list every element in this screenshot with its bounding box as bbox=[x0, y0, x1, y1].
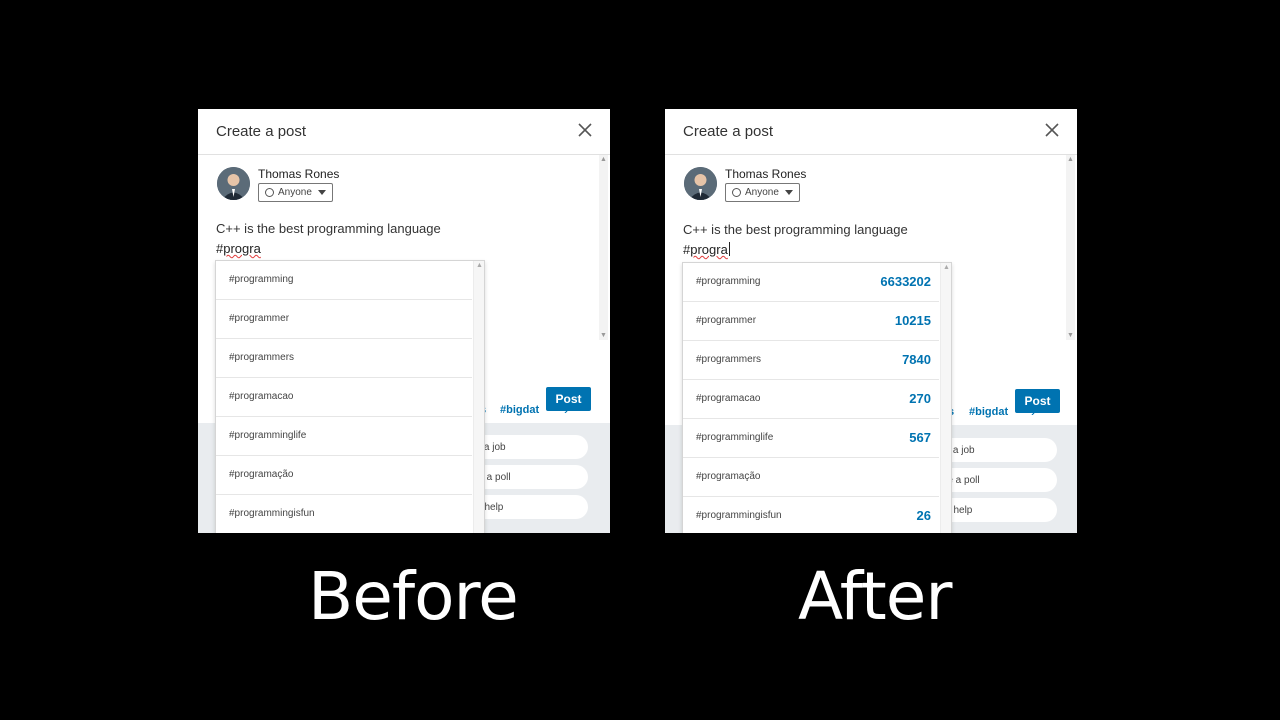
close-icon[interactable] bbox=[576, 121, 594, 139]
suggestion-tag: #programmingisfun bbox=[696, 510, 782, 521]
suggestion-scrollbar[interactable]: ▲ bbox=[940, 263, 951, 533]
suggestion-scrollbar[interactable]: ▲ bbox=[473, 261, 484, 533]
suggestion-item[interactable]: #programmer bbox=[216, 300, 472, 339]
scrollbar[interactable]: ▲ ▼ bbox=[599, 155, 608, 340]
caret-down-icon bbox=[317, 190, 326, 195]
suggestion-tag: #programacao bbox=[696, 393, 761, 404]
close-icon[interactable] bbox=[1043, 121, 1061, 139]
after-dialog: Create a post Thomas Rones Anyone C++ is… bbox=[665, 109, 1077, 533]
suggested-hashtag[interactable]: #bigdat bbox=[500, 404, 539, 416]
audience-label: Anyone bbox=[745, 187, 779, 198]
suggestion-item[interactable]: #programação bbox=[683, 458, 939, 497]
post-button[interactable]: Post bbox=[1015, 389, 1060, 413]
suggestion-tag: #programacao bbox=[229, 391, 294, 402]
suggestion-tag: #programação bbox=[229, 469, 294, 480]
suggestion-item[interactable]: #programação bbox=[216, 456, 472, 495]
suggestion-tag: #programmers bbox=[696, 354, 762, 365]
globe-icon bbox=[732, 188, 741, 197]
globe-icon bbox=[265, 188, 274, 197]
before-dialog: Create a post Thomas Rones Anyone C++ is… bbox=[198, 109, 610, 533]
audience-dropdown[interactable]: Anyone bbox=[258, 183, 333, 202]
author-name: Thomas Rones bbox=[258, 167, 340, 181]
post-button[interactable]: Post bbox=[546, 387, 591, 411]
suggestion-tag: #programmingisfun bbox=[229, 508, 315, 519]
audience-dropdown[interactable]: Anyone bbox=[725, 183, 800, 202]
suggestion-tag: #programming bbox=[229, 274, 294, 285]
dialog-header: Create a post bbox=[665, 109, 1077, 155]
avatar bbox=[217, 167, 250, 200]
follower-count: 567 bbox=[909, 430, 931, 445]
suggestion-item[interactable]: #programmer 10215 bbox=[683, 302, 939, 341]
suggestion-tag: #programação bbox=[696, 471, 761, 482]
dialog-header: Create a post bbox=[198, 109, 610, 155]
suggestion-tag: #programming bbox=[696, 276, 761, 287]
suggestion-item[interactable]: #programacao bbox=[216, 378, 472, 417]
post-text-line[interactable]: C++ is the best programming language bbox=[683, 222, 908, 237]
text-cursor bbox=[728, 242, 730, 256]
suggestion-item[interactable]: #programming bbox=[216, 261, 472, 300]
after-caption: After bbox=[798, 558, 952, 635]
author-name: Thomas Rones bbox=[725, 167, 807, 181]
suggestion-item[interactable]: #programacao 270 bbox=[683, 380, 939, 419]
hashtag-suggestion-list: #programming 6633202 #programmer 10215 #pr… bbox=[682, 262, 952, 533]
suggestion-item[interactable]: #programmers 7840 bbox=[683, 341, 939, 380]
suggestion-item[interactable]: #programmingisfun 26 bbox=[683, 497, 939, 533]
suggestion-tag: #programmers bbox=[229, 352, 295, 363]
suggestion-tag: #programmer bbox=[696, 315, 757, 326]
scrollbar[interactable]: ▲ ▼ bbox=[1066, 155, 1075, 340]
suggested-hashtag[interactable]: #bigdat bbox=[969, 406, 1008, 418]
caret-down-icon bbox=[784, 190, 793, 195]
audience-label: Anyone bbox=[278, 187, 312, 198]
suggestion-item[interactable]: #programming 6633202 bbox=[683, 263, 939, 302]
suggestion-item[interactable]: #programmingisfun bbox=[216, 495, 472, 533]
follower-count: 7840 bbox=[902, 352, 931, 367]
follower-count: 10215 bbox=[894, 313, 931, 328]
hashtag-word: progra bbox=[690, 242, 728, 257]
hashtag-word: progra bbox=[223, 241, 261, 256]
follower-count: 6633202 bbox=[880, 274, 931, 289]
suggestion-tag: #programminglife bbox=[229, 430, 307, 441]
suggestion-item[interactable]: #programmers bbox=[216, 339, 472, 378]
dialog-title: Create a post bbox=[216, 123, 307, 140]
suggestion-item[interactable]: #programminglife 567 bbox=[683, 419, 939, 458]
suggestion-tag: #programmer bbox=[229, 313, 290, 324]
hashtag-suggestion-list: #programming #programmer #programmers #p… bbox=[215, 260, 485, 533]
avatar bbox=[684, 167, 717, 200]
before-caption: Before bbox=[308, 558, 519, 635]
follower-count: 26 bbox=[916, 508, 931, 523]
post-text-line[interactable]: C++ is the best programming language bbox=[216, 221, 441, 236]
follower-count: 270 bbox=[909, 391, 931, 406]
post-text-hashtag[interactable]: #progra bbox=[683, 242, 730, 257]
suggestion-tag: #programminglife bbox=[696, 432, 774, 443]
post-text-hashtag[interactable]: #progra bbox=[216, 241, 261, 256]
suggestion-item[interactable]: #programminglife bbox=[216, 417, 472, 456]
dialog-title: Create a post bbox=[683, 123, 774, 140]
